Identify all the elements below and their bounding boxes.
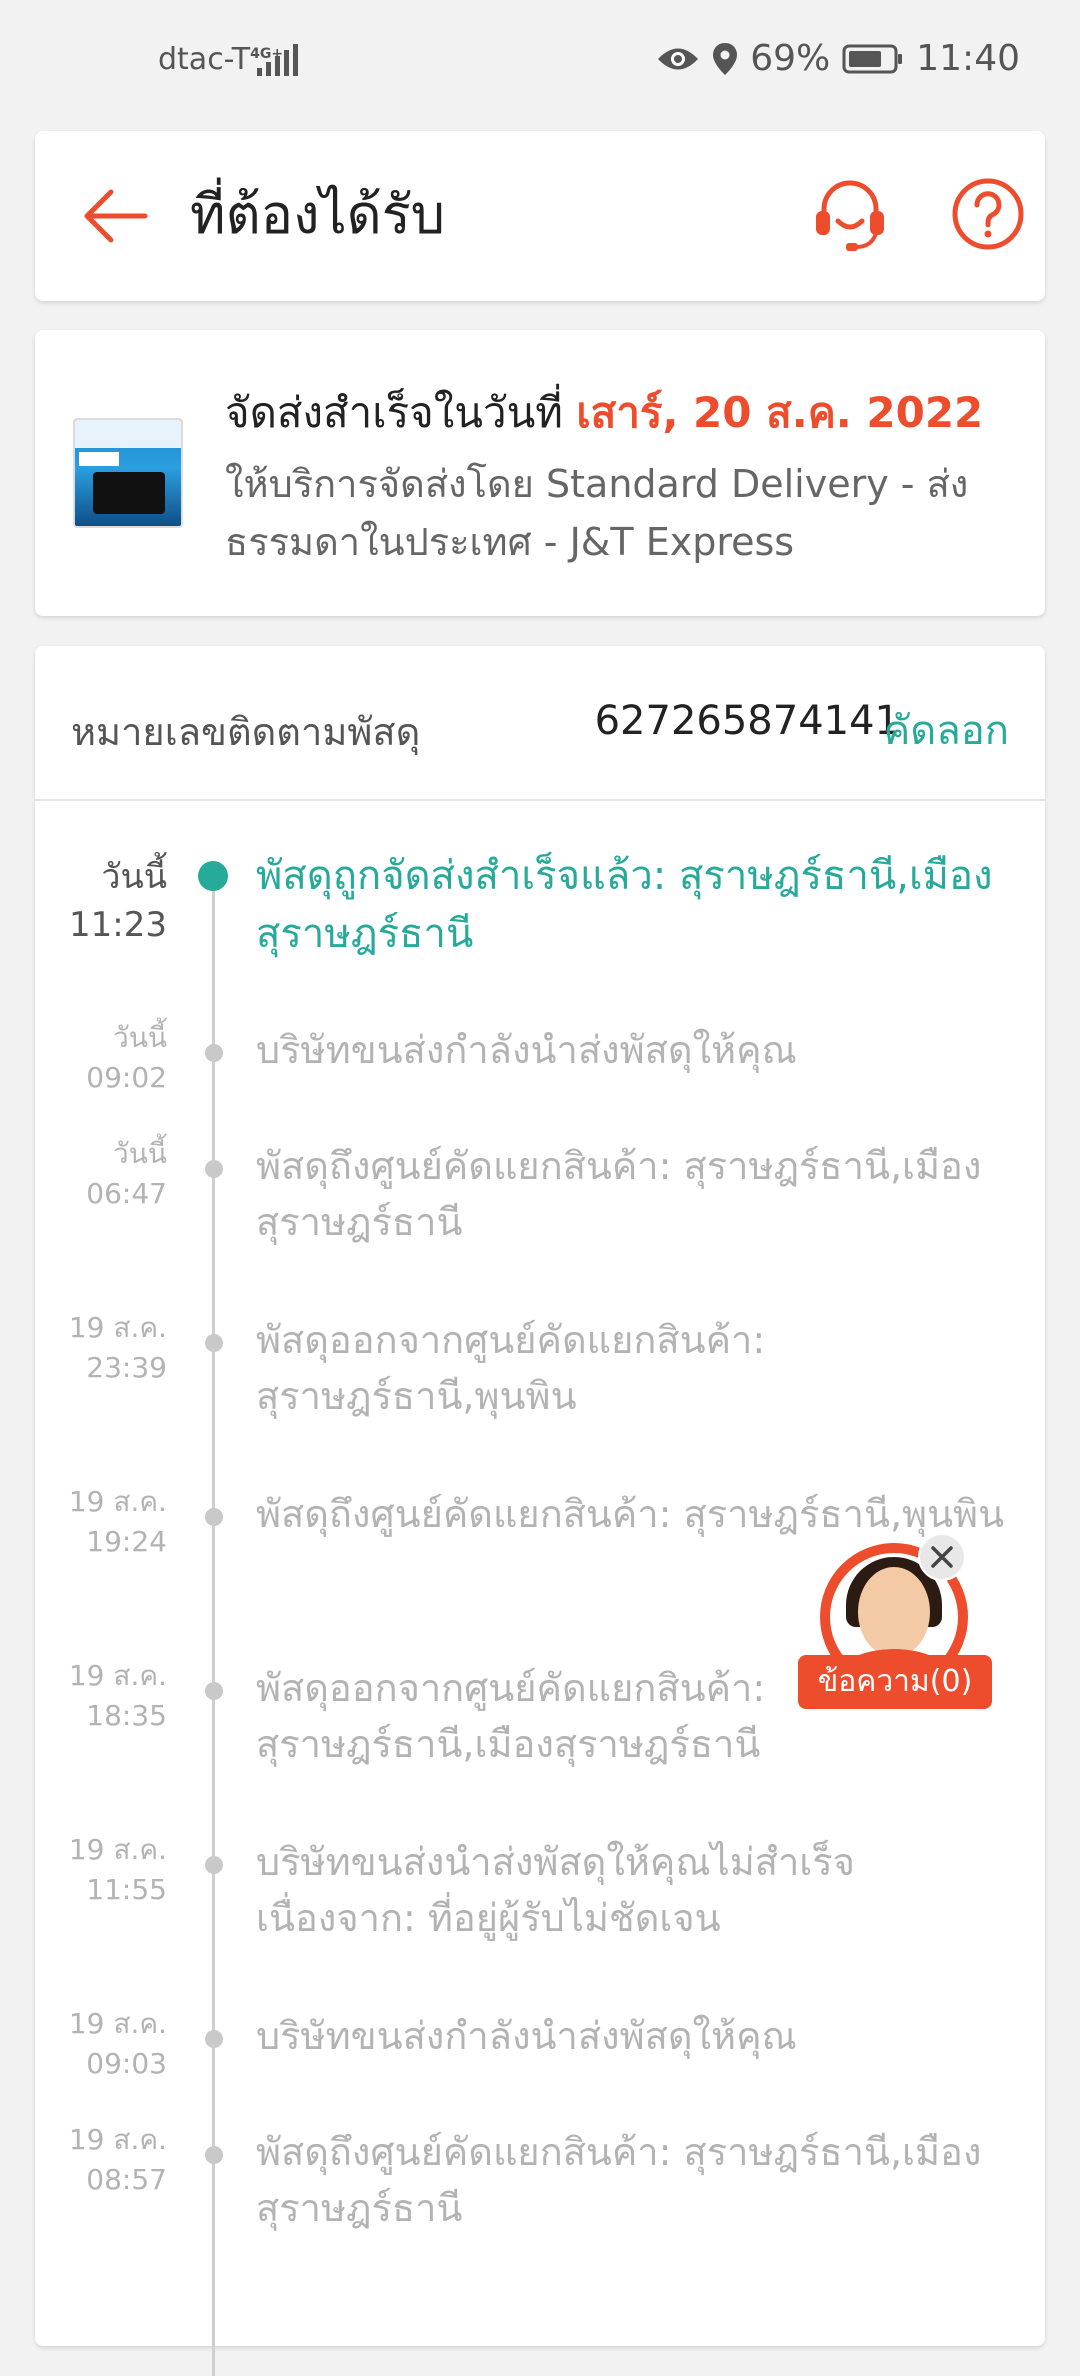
delivery-service: ให้บริการจัดส่งโดย Standard Delivery - ส… xyxy=(225,462,969,564)
tracking-card: หมายเลขติดตามพัสดุ 627265874141 คัดลอก ว… xyxy=(35,646,1045,2376)
event-time: 06:47 xyxy=(86,1177,167,1210)
avatar-face xyxy=(858,1567,930,1657)
event-text: พัสดุออกจากศูนย์คัดแยกสินค้า: สุราษฎร์ธา… xyxy=(256,1318,766,1418)
battery-percent: 69% xyxy=(750,38,831,79)
event-day: 19 ส.ค. xyxy=(68,1485,167,1518)
event-time: 11:23 xyxy=(69,905,167,945)
event-dot xyxy=(205,1508,223,1526)
event-time: 09:03 xyxy=(86,2047,167,2080)
event-datetime: 19 ส.ค. 19:24 xyxy=(35,1482,167,1562)
eye-icon xyxy=(658,48,699,69)
help-icon[interactable] xyxy=(950,176,1026,252)
close-icon-glyph xyxy=(931,1546,953,1568)
thumbnail-band xyxy=(75,420,181,448)
carrier-name: dtac-T xyxy=(158,42,251,77)
event-day: 19 ส.ค. xyxy=(68,1311,167,1344)
event-day: วันนี้ xyxy=(112,1021,167,1054)
thumbnail-label xyxy=(79,452,119,466)
tracking-label: หมายเลขติดตามพัสดุ xyxy=(71,710,421,754)
event-datetime: วันนี้ 09:02 xyxy=(35,1018,167,1098)
clock: 11:40 xyxy=(916,38,1020,79)
delivery-summary: จัดส่งสำเร็จในวันที่ เสาร์, 20 ส.ค. 2022… xyxy=(35,330,1045,616)
event-datetime: วันนี้ 06:47 xyxy=(35,1134,167,1214)
location-icon xyxy=(713,42,738,75)
headset-icon[interactable] xyxy=(810,173,890,253)
event-datetime: 19 ส.ค. 08:57 xyxy=(35,2120,167,2200)
event-text: บริษัทขนส่งกำลังนำส่งพัสดุให้คุณ xyxy=(256,1028,797,1072)
back-arrow-icon[interactable] xyxy=(75,181,155,251)
event-day: 19 ส.ค. xyxy=(68,2007,167,2040)
event-dot xyxy=(198,861,228,891)
event-dot xyxy=(205,1856,223,1874)
event-dot xyxy=(205,2146,223,2164)
event-text: บริษัทขนส่งนำส่งพัสดุให้คุณไม่สำเร็จ เนื… xyxy=(256,1840,855,1940)
delivery-status-prefix: จัดส่งสำเร็จในวันที่ xyxy=(225,388,577,437)
event-time: 08:57 xyxy=(86,2163,167,2196)
event-text: บริษัทขนส่งกำลังนำส่งพัสดุให้คุณ xyxy=(256,2014,797,2058)
event-time: 23:39 xyxy=(86,1351,167,1384)
event-day: 19 ส.ค. xyxy=(68,1833,167,1866)
event-day: 19 ส.ค. xyxy=(68,1659,167,1692)
close-icon[interactable] xyxy=(918,1533,966,1581)
event-datetime: 19 ส.ค. 18:35 xyxy=(35,1656,167,1736)
event-dot xyxy=(205,2030,223,2048)
tracking-header: หมายเลขติดตามพัสดุ 627265874141 คัดลอก xyxy=(35,646,1045,801)
event-time: 09:02 xyxy=(86,1061,167,1094)
event-day: 19 ส.ค. xyxy=(68,2123,167,2156)
event-time: 18:35 xyxy=(86,1699,167,1732)
event-dot xyxy=(205,1160,223,1178)
event-text: พัสดุถูกจัดส่งสำเร็จแล้ว: สุราษฎร์ธานี,เ… xyxy=(256,853,993,957)
event-time: 11:55 xyxy=(86,1873,167,1906)
chat-widget[interactable]: ข้อความ(0) xyxy=(798,1533,996,1713)
event-day: วันนี้ xyxy=(112,1137,167,1170)
delivery-date: เสาร์, 20 ส.ค. 2022 xyxy=(576,388,984,437)
event-dot xyxy=(205,1682,223,1700)
delivery-status: จัดส่งสำเร็จในวันที่ เสาร์, 20 ส.ค. 2022 xyxy=(225,380,983,446)
event-dot xyxy=(205,1334,223,1352)
app-header: ที่ต้องได้รับ xyxy=(35,131,1045,301)
event-datetime: วันนี้ 11:23 xyxy=(35,853,167,949)
copy-button[interactable]: คัดลอก xyxy=(884,698,1010,762)
tracking-number: 627265874141 xyxy=(594,698,900,744)
event-text: พัสดุถึงศูนย์คัดแยกสินค้า: สุราษฎร์ธานี,… xyxy=(256,2130,982,2230)
event-text: พัสดุถึงศูนย์คัดแยกสินค้า: สุราษฎร์ธานี,… xyxy=(256,1144,982,1244)
chat-label[interactable]: ข้อความ(0) xyxy=(798,1655,992,1709)
event-time: 19:24 xyxy=(86,1525,167,1558)
event-day: วันนี้ xyxy=(101,857,167,897)
page-title: ที่ต้องได้รับ xyxy=(190,183,445,246)
product-thumbnail[interactable] xyxy=(73,418,183,528)
thumbnail-device xyxy=(93,472,165,514)
event-datetime: 19 ส.ค. 11:55 xyxy=(35,1830,167,1910)
event-datetime: 19 ส.ค. 09:03 xyxy=(35,2004,167,2084)
signal-icon xyxy=(257,44,298,76)
event-dot xyxy=(205,1044,223,1062)
status-bar: dtac-T4G+ 69% 11:40 xyxy=(0,0,1080,125)
event-datetime: 19 ส.ค. 23:39 xyxy=(35,1308,167,1388)
battery-icon xyxy=(842,44,903,73)
